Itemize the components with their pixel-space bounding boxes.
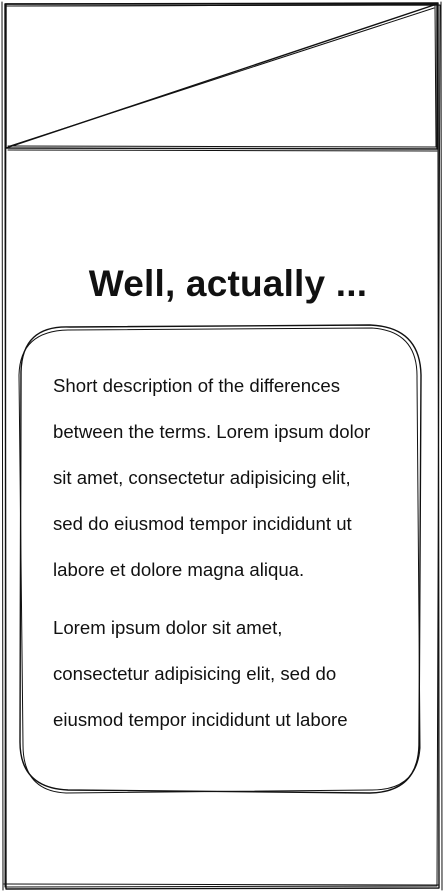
- paragraph-line: eiusmod tempor incididunt ut labore: [53, 709, 348, 730]
- paragraph-line: labore et dolore magna aliqua.: [53, 559, 305, 580]
- paragraph-line: sed do eiusmod tempor incididunt ut: [53, 513, 352, 534]
- paragraph-line: consectetur adipisicing elit, sed do: [53, 663, 337, 684]
- lorem-paragraph: Lorem ipsum dolor sit amet, consectetur …: [53, 605, 403, 743]
- description-paragraph: Short description of the differences bet…: [53, 363, 403, 593]
- image-placeholder-icon: [5, 3, 438, 152]
- paragraph-line: between the terms. Lorem ipsum dolor: [53, 421, 371, 442]
- paragraph-line: Short description of the differences: [53, 375, 340, 396]
- page-title: Well, actually ...: [88, 262, 368, 304]
- paragraph-line: Lorem ipsum dolor sit amet,: [53, 617, 283, 638]
- content-card: Short description of the differences bet…: [53, 363, 403, 743]
- paragraph-line: sit amet, consectetur adipisicing elit,: [53, 467, 351, 488]
